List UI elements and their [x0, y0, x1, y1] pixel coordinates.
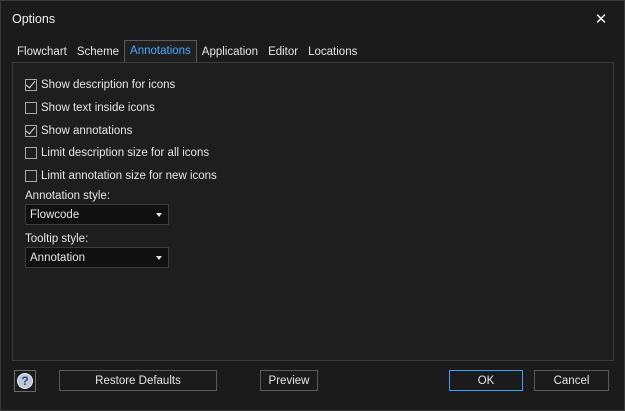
tab-flowchart[interactable]: Flowchart — [12, 43, 72, 62]
show-description-label: Show description for icons — [41, 79, 176, 91]
tooltip-style-label: Tooltip style: — [25, 233, 89, 245]
show-annotations-checkbox[interactable] — [25, 125, 37, 137]
limit-annotation-option[interactable]: Limit annotation size for new icons — [25, 167, 217, 185]
show-annotations-option[interactable]: Show annotations — [25, 122, 132, 140]
cancel-button[interactable]: Cancel — [534, 370, 609, 391]
show-description-option[interactable]: Show description for icons — [25, 76, 175, 94]
ok-button[interactable]: OK — [449, 370, 523, 391]
tab-editor[interactable]: Editor — [263, 43, 303, 62]
annotation-style-select[interactable]: Flowcode — [25, 204, 169, 225]
restore-defaults-button[interactable]: Restore Defaults — [59, 370, 217, 391]
close-icon[interactable]: ✕ — [586, 4, 616, 34]
show-text-inside-option[interactable]: Show text inside icons — [25, 99, 155, 117]
tab-strip: Flowchart Scheme Annotations Application… — [12, 40, 362, 62]
tooltip-style-value: Annotation — [30, 251, 85, 264]
options-dialog: Options ✕ Flowchart Scheme Annotations A… — [0, 0, 625, 411]
show-text-inside-checkbox[interactable] — [25, 102, 37, 114]
annotation-style-value: Flowcode — [30, 208, 80, 221]
show-description-checkbox[interactable] — [25, 79, 37, 91]
show-text-inside-label: Show text inside icons — [41, 102, 155, 114]
tab-scheme[interactable]: Scheme — [72, 43, 124, 62]
tab-application[interactable]: Application — [197, 43, 263, 62]
help-icon: ? — [17, 373, 33, 389]
chevron-down-icon — [156, 255, 162, 260]
chevron-down-icon — [156, 212, 162, 217]
title-bar: Options ✕ — [1, 1, 624, 37]
show-annotations-label: Show annotations — [41, 125, 133, 137]
limit-description-checkbox[interactable] — [25, 147, 37, 159]
annotations-panel: Show description for icons Show text ins… — [12, 62, 614, 361]
annotation-style-label: Annotation style: — [25, 190, 111, 202]
tooltip-style-select[interactable]: Annotation — [25, 247, 169, 268]
limit-annotation-checkbox[interactable] — [25, 170, 37, 182]
limit-description-label: Limit description size for all icons — [41, 147, 210, 159]
tab-locations[interactable]: Locations — [303, 43, 362, 62]
limit-annotation-label: Limit annotation size for new icons — [41, 170, 217, 182]
preview-button[interactable]: Preview — [260, 370, 318, 391]
tab-annotations[interactable]: Annotations — [124, 40, 197, 62]
help-button[interactable]: ? — [14, 370, 36, 392]
dialog-title: Options — [12, 12, 56, 26]
limit-description-option[interactable]: Limit description size for all icons — [25, 144, 209, 162]
